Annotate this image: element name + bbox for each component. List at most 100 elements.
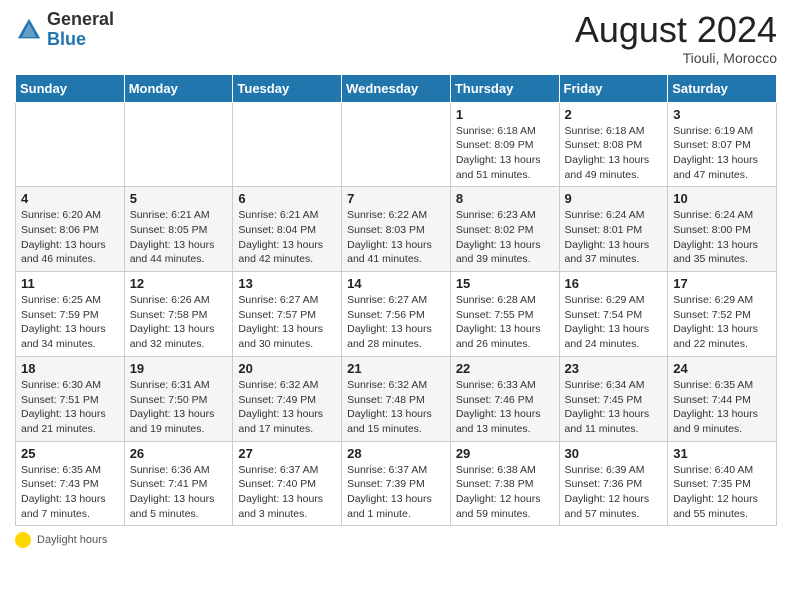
day-info: Sunrise: 6:30 AMSunset: 7:51 PMDaylight:…	[21, 378, 119, 437]
logo-blue: Blue	[47, 29, 86, 49]
calendar-cell: 27Sunrise: 6:37 AMSunset: 7:40 PMDayligh…	[233, 441, 342, 526]
location-subtitle: Tiouli, Morocco	[575, 50, 777, 66]
sun-icon	[15, 532, 31, 548]
page-header: General Blue August 2024 Tiouli, Morocco	[15, 10, 777, 66]
calendar-cell	[16, 102, 125, 187]
calendar-cell: 14 Sunrise: 6:27 AMSunset: 7:56 PMDayligh…	[342, 272, 451, 357]
day-info: Sunrise: 6:34 AMSunset: 7:45 PMDaylight:…	[565, 378, 663, 437]
day-info: Sunrise: 6:24 AMSunset: 8:00 PMDaylight:…	[673, 208, 771, 267]
day-info: Sunrise: 6:26 AMSunset: 7:58 PMDaylight:…	[130, 293, 228, 352]
day-info: Sunrise: 6:35 AMSunset: 7:44 PMDaylight:…	[673, 378, 771, 437]
day-number: 19	[130, 361, 228, 376]
calendar-cell: 11Sunrise: 6:25 AMSunset: 7:59 PMDayligh…	[16, 272, 125, 357]
calendar-cell: 5Sunrise: 6:21 AMSunset: 8:05 PMDaylight…	[124, 187, 233, 272]
day-number: 26	[130, 446, 228, 461]
day-number: 25	[21, 446, 119, 461]
calendar-cell: 21 Sunrise: 6:32 AMSunset: 7:48 PMDayligh…	[342, 356, 451, 441]
day-info: Sunrise: 6:37 AMSunset: 7:39 PMDaylight:…	[347, 463, 445, 522]
header-row: SundayMondayTuesdayWednesdayThursdayFrid…	[16, 74, 777, 102]
logo-icon	[15, 16, 43, 44]
day-info: Sunrise: 6:40 AMSunset: 7:35 PMDaylight:…	[673, 463, 771, 522]
calendar-cell: 3 Sunrise: 6:19 AMSunset: 8:07 PMDaylight…	[668, 102, 777, 187]
header-day-sunday: Sunday	[16, 74, 125, 102]
calendar-cell: 1Sunrise: 6:18 AMSunset: 8:09 PMDaylight…	[450, 102, 559, 187]
calendar-cell: 29Sunrise: 6:38 AMSunset: 7:38 PMDayligh…	[450, 441, 559, 526]
header-day-monday: Monday	[124, 74, 233, 102]
calendar-cell: 18 Sunrise: 6:30 AMSunset: 7:51 PMDayligh…	[16, 356, 125, 441]
calendar-cell: 7Sunrise: 6:22 AMSunset: 8:03 PMDaylight…	[342, 187, 451, 272]
day-number: 24	[673, 361, 771, 376]
day-info: Sunrise: 6:39 AMSunset: 7:36 PMDaylight:…	[565, 463, 663, 522]
day-number: 16	[565, 276, 663, 291]
calendar-cell: 16 Sunrise: 6:29 AMSunset: 7:54 PMDayligh…	[559, 272, 668, 357]
day-number: 31	[673, 446, 771, 461]
day-info: Sunrise: 6:31 AMSunset: 7:50 PMDaylight:…	[130, 378, 228, 437]
day-info: Sunrise: 6:19 AMSunset: 8:07 PMDaylight:…	[673, 124, 771, 183]
calendar-cell: 31 Sunrise: 6:40 AMSunset: 7:35 PMDayligh…	[668, 441, 777, 526]
calendar-header: SundayMondayTuesdayWednesdayThursdayFrid…	[16, 74, 777, 102]
header-day-wednesday: Wednesday	[342, 74, 451, 102]
day-info: Sunrise: 6:29 AMSunset: 7:54 PMDaylight:…	[565, 293, 663, 352]
day-number: 1	[456, 107, 554, 122]
day-info: Sunrise: 6:18 AMSunset: 8:08 PMDaylight:…	[565, 124, 663, 183]
calendar-cell: 4 Sunrise: 6:20 AMSunset: 8:06 PMDaylight…	[16, 187, 125, 272]
logo-general: General	[47, 9, 114, 29]
day-info: Sunrise: 6:28 AMSunset: 7:55 PMDaylight:…	[456, 293, 554, 352]
calendar-cell: 2Sunrise: 6:18 AMSunset: 8:08 PMDaylight…	[559, 102, 668, 187]
day-number: 27	[238, 446, 336, 461]
calendar-cell: 9Sunrise: 6:24 AMSunset: 8:01 PMDaylight…	[559, 187, 668, 272]
calendar-cell: 28 Sunrise: 6:37 AMSunset: 7:39 PMDayligh…	[342, 441, 451, 526]
day-info: Sunrise: 6:33 AMSunset: 7:46 PMDaylight:…	[456, 378, 554, 437]
day-number: 3	[673, 107, 771, 122]
calendar-cell: 20 Sunrise: 6:32 AMSunset: 7:49 PMDayligh…	[233, 356, 342, 441]
header-day-thursday: Thursday	[450, 74, 559, 102]
day-info: Sunrise: 6:35 AMSunset: 7:43 PMDaylight:…	[21, 463, 119, 522]
calendar-cell: 17Sunrise: 6:29 AMSunset: 7:52 PMDayligh…	[668, 272, 777, 357]
calendar-cell: 12Sunrise: 6:26 AMSunset: 7:58 PMDayligh…	[124, 272, 233, 357]
day-info: Sunrise: 6:32 AMSunset: 7:48 PMDaylight:…	[347, 378, 445, 437]
header-day-tuesday: Tuesday	[233, 74, 342, 102]
day-number: 14	[347, 276, 445, 291]
header-day-friday: Friday	[559, 74, 668, 102]
day-info: Sunrise: 6:23 AMSunset: 8:02 PMDaylight:…	[456, 208, 554, 267]
calendar-cell: 6 Sunrise: 6:21 AMSunset: 8:04 PMDaylight…	[233, 187, 342, 272]
day-number: 21	[347, 361, 445, 376]
day-info: Sunrise: 6:32 AMSunset: 7:49 PMDaylight:…	[238, 378, 336, 437]
calendar-cell: 30 Sunrise: 6:39 AMSunset: 7:36 PMDayligh…	[559, 441, 668, 526]
calendar-cell	[342, 102, 451, 187]
day-info: Sunrise: 6:22 AMSunset: 8:03 PMDaylight:…	[347, 208, 445, 267]
calendar-cell: 8 Sunrise: 6:23 AMSunset: 8:02 PMDaylight…	[450, 187, 559, 272]
day-info: Sunrise: 6:38 AMSunset: 7:38 PMDaylight:…	[456, 463, 554, 522]
day-info: Sunrise: 6:27 AMSunset: 7:57 PMDaylight:…	[238, 293, 336, 352]
day-info: Sunrise: 6:21 AMSunset: 8:04 PMDaylight:…	[238, 208, 336, 267]
calendar-body: 1Sunrise: 6:18 AMSunset: 8:09 PMDaylight…	[16, 102, 777, 526]
day-number: 23	[565, 361, 663, 376]
day-info: Sunrise: 6:27 AMSunset: 7:56 PMDaylight:…	[347, 293, 445, 352]
day-number: 6	[238, 191, 336, 206]
day-info: Sunrise: 6:36 AMSunset: 7:41 PMDaylight:…	[130, 463, 228, 522]
week-row-5: 25 Sunrise: 6:35 AMSunset: 7:43 PMDayligh…	[16, 441, 777, 526]
day-number: 11	[21, 276, 119, 291]
day-number: 28	[347, 446, 445, 461]
week-row-2: 4 Sunrise: 6:20 AMSunset: 8:06 PMDaylight…	[16, 187, 777, 272]
day-info: Sunrise: 6:24 AMSunset: 8:01 PMDaylight:…	[565, 208, 663, 267]
calendar-cell	[233, 102, 342, 187]
day-number: 8	[456, 191, 554, 206]
calendar-cell: 25 Sunrise: 6:35 AMSunset: 7:43 PMDayligh…	[16, 441, 125, 526]
day-number: 30	[565, 446, 663, 461]
calendar-cell: 22Sunrise: 6:33 AMSunset: 7:46 PMDayligh…	[450, 356, 559, 441]
day-number: 13	[238, 276, 336, 291]
calendar-cell: 19 Sunrise: 6:31 AMSunset: 7:50 PMDayligh…	[124, 356, 233, 441]
day-number: 4	[21, 191, 119, 206]
day-number: 20	[238, 361, 336, 376]
calendar-cell: 26 Sunrise: 6:36 AMSunset: 7:41 PMDayligh…	[124, 441, 233, 526]
week-row-1: 1Sunrise: 6:18 AMSunset: 8:09 PMDaylight…	[16, 102, 777, 187]
daylight-label: Daylight hours	[37, 534, 107, 546]
header-day-saturday: Saturday	[668, 74, 777, 102]
day-number: 18	[21, 361, 119, 376]
day-info: Sunrise: 6:29 AMSunset: 7:52 PMDaylight:…	[673, 293, 771, 352]
calendar-cell: 15Sunrise: 6:28 AMSunset: 7:55 PMDayligh…	[450, 272, 559, 357]
calendar-cell: 10Sunrise: 6:24 AMSunset: 8:00 PMDayligh…	[668, 187, 777, 272]
day-number: 5	[130, 191, 228, 206]
day-info: Sunrise: 6:20 AMSunset: 8:06 PMDaylight:…	[21, 208, 119, 267]
